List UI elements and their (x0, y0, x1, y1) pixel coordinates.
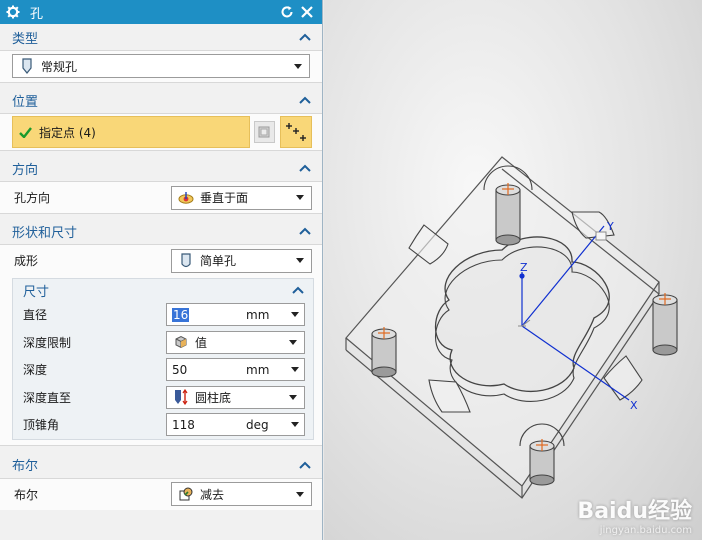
dimensions-title: 尺寸 (23, 284, 50, 300)
depth-limit-value: 值 (195, 335, 208, 350)
tip-angle-label: 顶锥角 (23, 418, 60, 433)
collapse-chevron-icon[interactable] (298, 224, 312, 238)
dimensions-header[interactable]: 尺寸 (13, 279, 313, 301)
depth-to-label: 深度直至 (23, 390, 72, 405)
depth-limit-label: 深度限制 (23, 335, 72, 350)
collapse-chevron-icon[interactable] (298, 93, 312, 107)
boolean-dropdown[interactable]: 减去 (171, 482, 312, 506)
chevron-down-icon[interactable] (290, 312, 300, 318)
point-dialog-button[interactable] (253, 121, 276, 143)
tip-angle-input[interactable]: 118 deg (166, 413, 305, 437)
direction-section-title: 方向 (12, 162, 39, 178)
chevron-down-icon (295, 193, 305, 203)
dialog-titlebar: 孔 (0, 0, 322, 24)
type-section-title: 类型 (12, 31, 39, 47)
baidu-watermark: Baidu经验 jingyan.baidu.com (577, 493, 692, 536)
cylinder-bottom-icon (173, 389, 189, 406)
depth-to-dropdown[interactable]: 圆柱底 (166, 385, 305, 409)
tip-angle-value[interactable]: 118 (172, 418, 246, 432)
depth-input[interactable]: 50 mm (166, 358, 305, 382)
form-dropdown[interactable]: 简单孔 (171, 248, 312, 273)
hole-direction-dropdown[interactable]: 垂直于面 (171, 185, 312, 210)
position-section-header[interactable]: 位置 (0, 87, 322, 113)
depth-to-value: 圆柱底 (195, 390, 232, 405)
chevron-down-icon (295, 256, 305, 266)
chevron-down-icon (293, 61, 303, 71)
general-hole-icon (19, 58, 35, 74)
gear-icon[interactable] (6, 5, 20, 19)
collapse-chevron-icon[interactable] (298, 458, 312, 472)
boolean-section-title: 布尔 (12, 459, 39, 474)
position-section-title: 位置 (12, 94, 39, 110)
boolean-value: 减去 (200, 487, 225, 502)
specify-point-selector[interactable]: 指定点 (4) (12, 116, 250, 148)
x-axis-label: X (630, 399, 638, 412)
boolean-label: 布尔 (14, 487, 39, 502)
checkmark-icon (19, 126, 33, 138)
origin-dot (519, 273, 525, 279)
type-section-header[interactable]: 类型 (0, 24, 322, 50)
watermark-logo-text: Baidu经验 (577, 499, 692, 524)
chevron-down-icon (288, 392, 298, 402)
value-cube-icon (173, 334, 189, 350)
depth-value[interactable]: 50 (172, 363, 246, 377)
collapse-chevron-icon[interactable] (298, 161, 312, 175)
hole-dialog: 孔 类型 常规孔 位置 指定点 (4) 方向 孔方向 垂直于面 形状和尺寸 成形… (0, 0, 323, 540)
shape-size-section-header[interactable]: 形状和尺寸 (0, 218, 322, 244)
hole-type-value: 常规孔 (41, 59, 78, 74)
diameter-label: 直径 (23, 308, 48, 323)
collapse-chevron-icon[interactable] (298, 30, 312, 44)
z-axis-label: Z (520, 261, 528, 274)
close-icon[interactable] (298, 3, 316, 21)
collapse-chevron-icon[interactable] (291, 283, 305, 297)
chevron-down-icon (288, 337, 298, 347)
part-model[interactable]: Z Y X (324, 0, 702, 540)
boolean-section-header[interactable]: 布尔 (0, 452, 322, 478)
graphics-viewport[interactable]: Z Y X Baidu经验 jingyan.baidu.com (324, 0, 702, 540)
hole-direction-label: 孔方向 (14, 191, 51, 205)
depth-label: 深度 (23, 363, 48, 378)
form-label: 成形 (14, 254, 39, 268)
watermark-url: jingyan.baidu.com (599, 525, 692, 536)
diameter-value[interactable]: 16 (172, 307, 246, 322)
normal-to-face-icon (178, 190, 194, 206)
hole-type-dropdown[interactable]: 常规孔 (12, 54, 310, 78)
form-value: 简单孔 (200, 254, 237, 268)
chevron-down-icon[interactable] (290, 367, 300, 373)
tip-angle-unit: deg (246, 417, 269, 432)
depth-unit: mm (246, 362, 270, 377)
diameter-unit: mm (246, 307, 270, 322)
chevron-down-icon[interactable] (290, 422, 300, 428)
depth-limit-dropdown[interactable]: 值 (166, 330, 305, 354)
dimensions-panel: 尺寸 直径 16 mm 深度限制 值 深度 50 mm 深度直至 圆柱底 顶锥角… (12, 278, 314, 440)
direction-section-header[interactable]: 方向 (0, 155, 322, 181)
shape-size-section-title: 形状和尺寸 (12, 225, 78, 241)
specify-point-label: 指定点 (4) (39, 125, 96, 140)
simple-hole-icon (178, 252, 194, 269)
subtract-icon (178, 486, 194, 502)
dialog-title: 孔 (30, 6, 44, 22)
chevron-down-icon (295, 489, 305, 499)
reset-icon[interactable] (278, 3, 296, 21)
y-axis-label: Y (606, 220, 614, 233)
hole-direction-value: 垂直于面 (200, 191, 249, 205)
diameter-input[interactable]: 16 mm (166, 303, 305, 327)
sketch-point-button[interactable] (280, 116, 312, 148)
